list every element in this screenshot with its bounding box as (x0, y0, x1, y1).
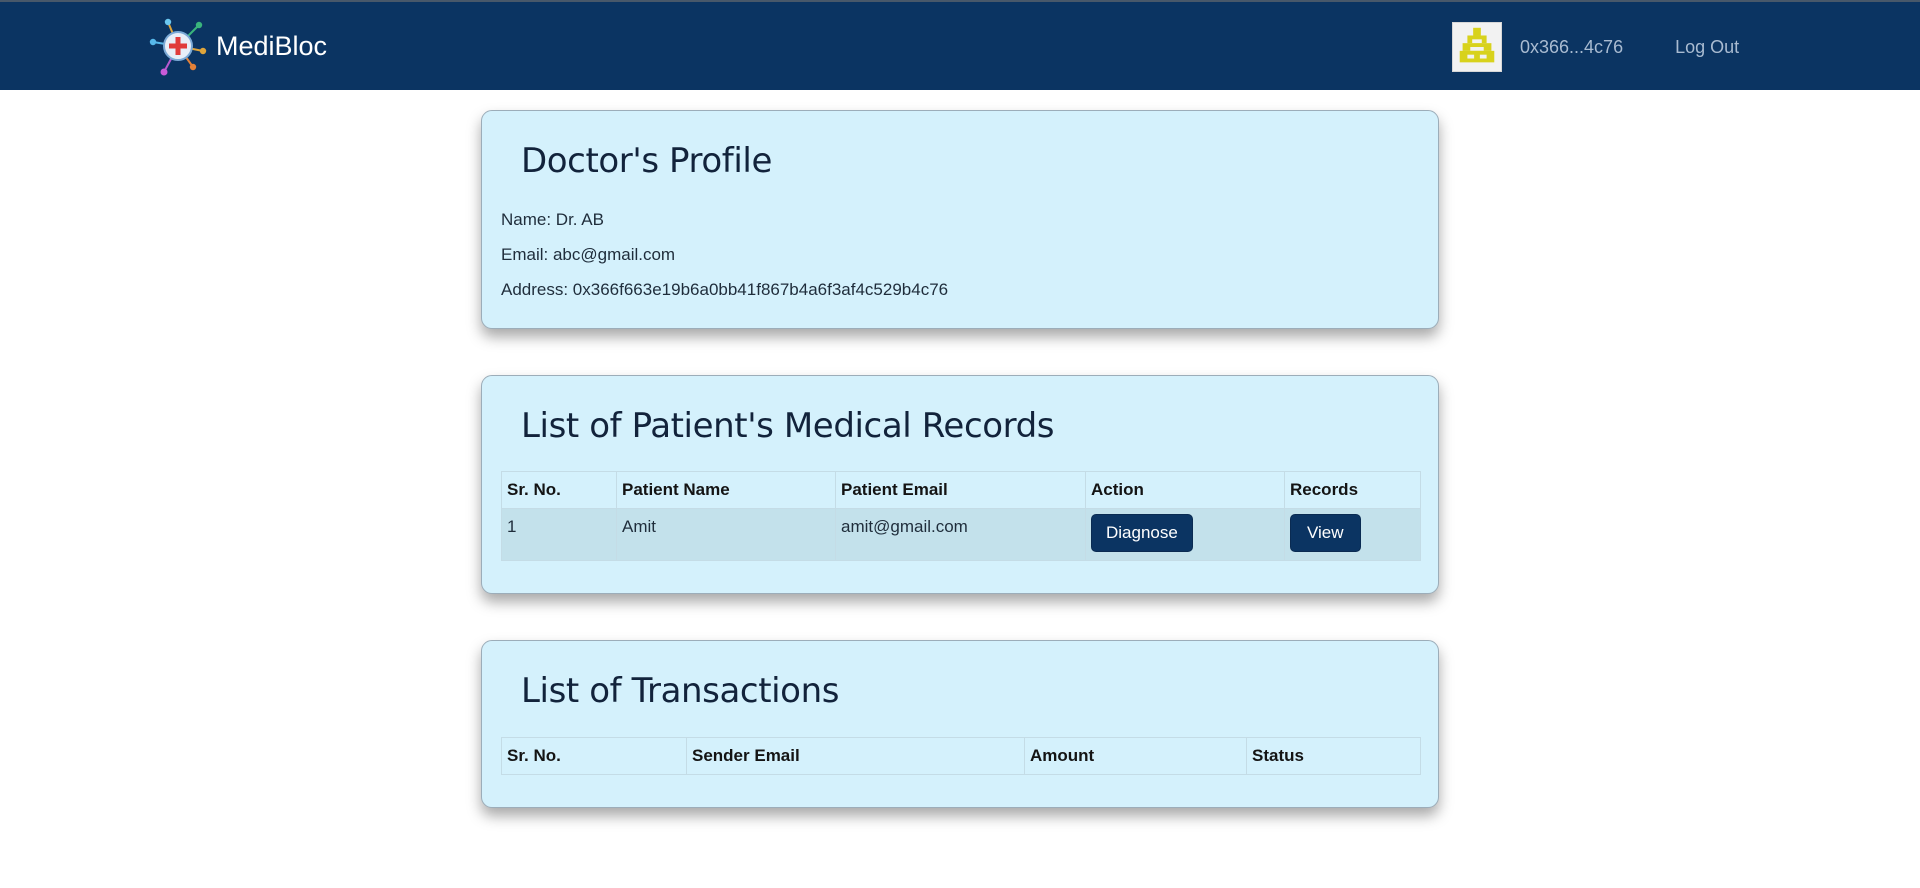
column-header-records: Records (1284, 471, 1421, 509)
brand-name: MediBloc (216, 30, 328, 61)
column-header-patient-name: Patient Name (616, 471, 836, 509)
cell-patient-email: amit@gmail.com (835, 508, 1086, 561)
cell-action: Diagnose (1085, 508, 1285, 561)
identicon-avatar-icon (1453, 23, 1501, 71)
profile-title: Doctor's Profile (521, 141, 772, 181)
column-header-action: Action (1085, 471, 1285, 509)
medical-records-table: Sr. No. Patient Name Patient Email Actio… (501, 471, 1421, 561)
column-header-amount: Amount (1024, 737, 1247, 775)
records-title: List of Patient's Medical Records (521, 406, 1055, 446)
column-header-sr-no: Sr. No. (501, 737, 687, 775)
doctor-profile-card: Doctor's Profile Name: Dr. AB Email: abc… (481, 110, 1439, 329)
column-header-sr-no: Sr. No. (501, 471, 617, 509)
profile-name: Name: Dr. AB (501, 210, 604, 229)
transactions-table: Sr. No. Sender Email Amount Status (501, 737, 1421, 775)
cell-patient-name: Amit (616, 508, 836, 561)
brand[interactable]: MediBloc (148, 16, 327, 76)
transactions-card: List of Transactions Sr. No. Sender Emai… (481, 640, 1439, 808)
column-header-status: Status (1246, 737, 1421, 775)
table-header-row: Sr. No. Patient Name Patient Email Actio… (501, 471, 1421, 509)
column-header-patient-email: Patient Email (835, 471, 1086, 509)
column-header-sender-email: Sender Email (686, 737, 1025, 775)
transactions-title: List of Transactions (521, 671, 840, 711)
table-row: 1 Amit amit@gmail.com Diagnose View (501, 508, 1421, 561)
top-navbar: MediBloc 0x366...4c76 Log Out (0, 0, 1920, 90)
account-area: 0x366...4c76 Log Out (1452, 22, 1739, 72)
profile-address: Address: 0x366f663e19b6a0bb41f867b4a6f3a… (501, 280, 949, 299)
medical-records-card: List of Patient's Medical Records Sr. No… (481, 375, 1439, 594)
table-header-row: Sr. No. Sender Email Amount Status (501, 737, 1421, 775)
avatar (1452, 22, 1502, 72)
medibloc-logo-icon (149, 18, 207, 76)
profile-email: Email: abc@gmail.com (501, 245, 676, 264)
logout-link[interactable]: Log Out (1675, 37, 1739, 58)
cell-records: View (1284, 508, 1421, 561)
account-address: 0x366...4c76 (1520, 36, 1624, 57)
cell-sr-no: 1 (501, 508, 617, 561)
diagnose-button[interactable]: Diagnose (1091, 514, 1193, 552)
view-records-button[interactable]: View (1290, 514, 1361, 552)
